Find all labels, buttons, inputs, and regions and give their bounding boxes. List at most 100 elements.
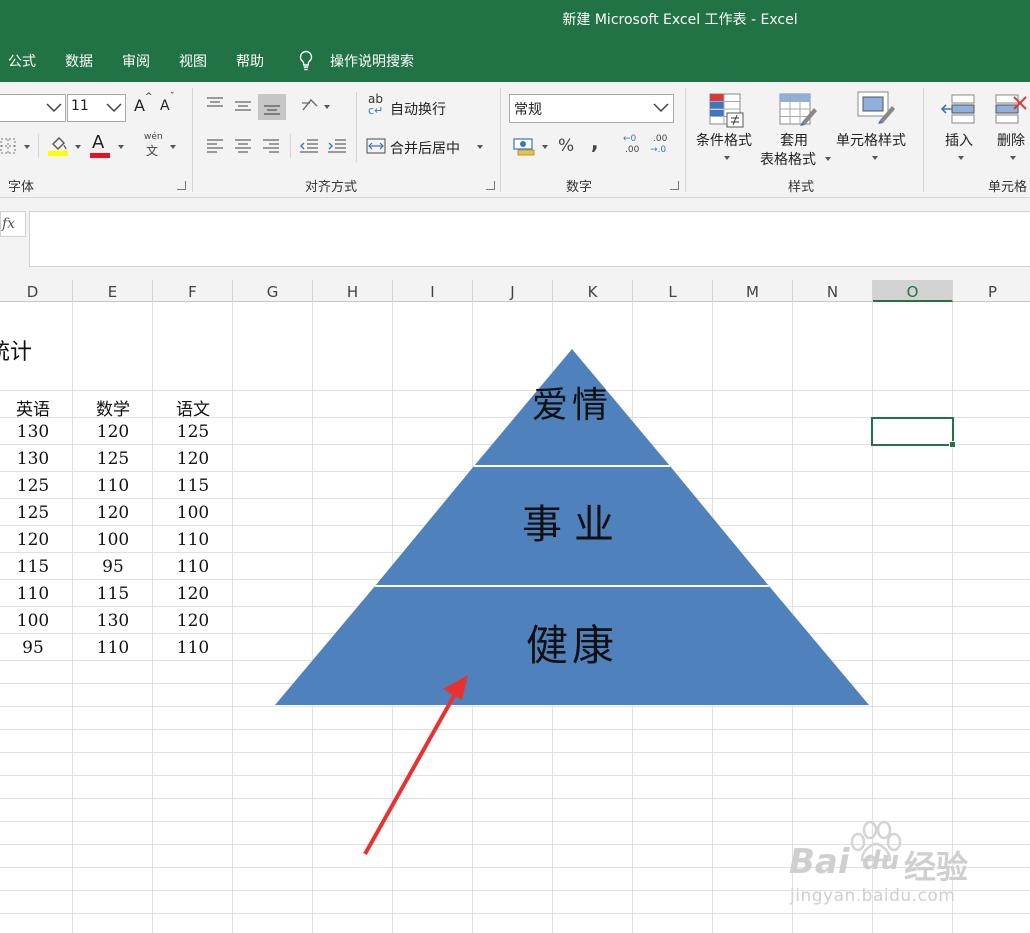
formula-input[interactable] — [29, 211, 1030, 267]
insert-button[interactable]: 插入 — [945, 130, 973, 150]
font-dialog-launcher[interactable] — [177, 181, 186, 190]
font-color-swatch — [90, 153, 110, 158]
borders-dropdown-caret[interactable] — [24, 145, 30, 149]
font-size-dropdown[interactable]: 11 — [67, 94, 126, 122]
tab-view[interactable]: 视图 — [179, 51, 207, 71]
insert-function-button[interactable]: fx — [0, 211, 26, 237]
column-header-o[interactable]: O — [873, 280, 953, 302]
comma-style-button[interactable]: , — [591, 130, 599, 154]
column-header-h[interactable]: H — [313, 280, 393, 302]
phonetic-dropdown-caret[interactable] — [170, 145, 176, 149]
format-as-table-line2[interactable]: 表格格式 — [760, 149, 816, 169]
column-header-l[interactable]: L — [633, 280, 713, 302]
fill-color-icon[interactable] — [48, 134, 68, 156]
accounting-format-icon[interactable] — [513, 136, 537, 156]
increase-indent-icon[interactable] — [327, 138, 347, 154]
number-format-value: 常规 — [514, 102, 542, 118]
number-format-dropdown[interactable]: 常规 — [509, 94, 674, 123]
merge-center-icon[interactable] — [366, 137, 386, 155]
insert-cells-icon[interactable] — [940, 92, 978, 128]
align-center-icon[interactable] — [234, 138, 252, 154]
delete-cells-icon[interactable] — [994, 92, 1030, 128]
column-header-d[interactable]: D — [0, 280, 73, 302]
insert-caret[interactable] — [958, 156, 964, 160]
format-as-table-line1[interactable]: 套用 — [780, 130, 808, 150]
tab-data[interactable]: 数据 — [65, 51, 93, 71]
align-middle-icon[interactable] — [234, 99, 252, 115]
column-header-k[interactable]: K — [553, 280, 633, 302]
font-size-value: 11 — [71, 98, 89, 114]
column-header-j[interactable]: J — [473, 280, 553, 302]
wrap-text-button[interactable]: 自动换行 — [390, 99, 446, 119]
column-header-g[interactable]: G — [233, 280, 313, 302]
grow-font-button[interactable]: A — [134, 96, 145, 115]
column-header-m[interactable]: M — [713, 280, 793, 302]
merge-center-button[interactable]: 合并后居中 — [390, 138, 460, 158]
watermark-brand: Bai — [789, 842, 850, 882]
alignment-dialog-launcher[interactable] — [486, 181, 495, 190]
shrink-font-button[interactable]: A — [160, 98, 170, 114]
conditional-formatting-icon[interactable] — [708, 92, 746, 128]
percent-style-button[interactable]: % — [558, 136, 574, 156]
cell-styles-caret[interactable] — [872, 156, 878, 160]
window-title: 新建 Microsoft Excel 工作表 - Excel — [562, 12, 798, 28]
tab-formulas[interactable]: 公式 — [8, 51, 36, 71]
tab-review[interactable]: 审阅 — [122, 51, 150, 71]
group-separator — [685, 88, 686, 192]
watermark-brand-du: du — [862, 846, 900, 876]
number-dialog-launcher[interactable] — [670, 181, 679, 190]
borders-icon[interactable] — [0, 138, 16, 154]
conditional-formatting-button[interactable]: 条件格式 — [696, 130, 752, 150]
delete-caret[interactable] — [1010, 156, 1016, 160]
increase-decimal-top[interactable]: ←0 — [623, 134, 636, 144]
font-name-dropdown[interactable] — [0, 94, 66, 122]
decrease-decimal-bottom[interactable]: →.0 — [650, 145, 666, 155]
group-separator — [192, 88, 193, 192]
align-right-icon[interactable] — [262, 138, 280, 154]
font-group-label: 字体 — [8, 180, 35, 195]
column-headers: D E F G H I J K L M N O P — [0, 280, 1030, 302]
styles-group-label: 样式 — [788, 180, 815, 195]
tab-help[interactable]: 帮助 — [236, 51, 264, 71]
align-bottom-icon — [264, 105, 280, 115]
align-top-icon[interactable] — [206, 96, 224, 112]
column-header-f[interactable]: F — [153, 280, 233, 302]
tell-me-search[interactable]: 操作说明搜索 — [330, 51, 414, 71]
number-group-label: 数字 — [566, 180, 593, 195]
group-separator — [500, 88, 501, 192]
grow-font-caret: ^ — [145, 92, 153, 102]
font-color-dropdown-caret[interactable] — [118, 145, 124, 149]
align-bottom-button[interactable] — [258, 94, 286, 120]
column-header-i[interactable]: I — [393, 280, 473, 302]
divider — [38, 134, 39, 158]
divider — [356, 92, 357, 162]
align-left-icon[interactable] — [206, 138, 224, 154]
formula-bar: fx — [0, 198, 1030, 280]
decrease-decimal-top[interactable]: .00 — [653, 134, 667, 144]
worksheet-grid[interactable]: 统计 英语 数学 语文 1301201251301251201251101151… — [0, 302, 1030, 933]
font-color-button[interactable]: A — [92, 132, 104, 153]
ribbon-tab-bar: 公式 数据 审阅 视图 帮助 操作说明搜索 — [0, 40, 1030, 82]
format-as-table-caret[interactable] — [825, 157, 831, 161]
conditional-formatting-caret[interactable] — [724, 156, 730, 160]
column-header-e[interactable]: E — [73, 280, 153, 302]
cell-styles-button[interactable]: 单元格样式 — [836, 130, 906, 150]
fill-color-dropdown-caret[interactable] — [75, 145, 81, 149]
accounting-dropdown-caret[interactable] — [542, 145, 548, 149]
orientation-dropdown-caret[interactable] — [324, 105, 330, 109]
column-header-n[interactable]: N — [793, 280, 873, 302]
chevron-down-icon — [653, 103, 669, 113]
column-header-p[interactable]: P — [953, 280, 1030, 302]
increase-decimal-bottom[interactable]: .00 — [625, 145, 639, 155]
pyramid-label-middle: 事业 — [522, 502, 626, 548]
merge-dropdown-caret[interactable] — [477, 145, 483, 149]
phonetic-button-char[interactable]: 文 — [146, 142, 158, 159]
orientation-icon[interactable] — [299, 94, 321, 116]
cell-styles-icon[interactable] — [856, 90, 896, 126]
format-as-table-icon[interactable] — [778, 92, 818, 128]
decrease-indent-icon[interactable] — [299, 138, 319, 154]
phonetic-button-pinyin[interactable]: wén — [144, 132, 163, 142]
delete-button[interactable]: 删除 — [997, 130, 1025, 150]
group-separator — [923, 88, 924, 192]
ribbon: 11 A ^ A ˇ A wén 文 字体 ab c↵ 自动换行 合并后居中 对… — [0, 82, 1030, 198]
